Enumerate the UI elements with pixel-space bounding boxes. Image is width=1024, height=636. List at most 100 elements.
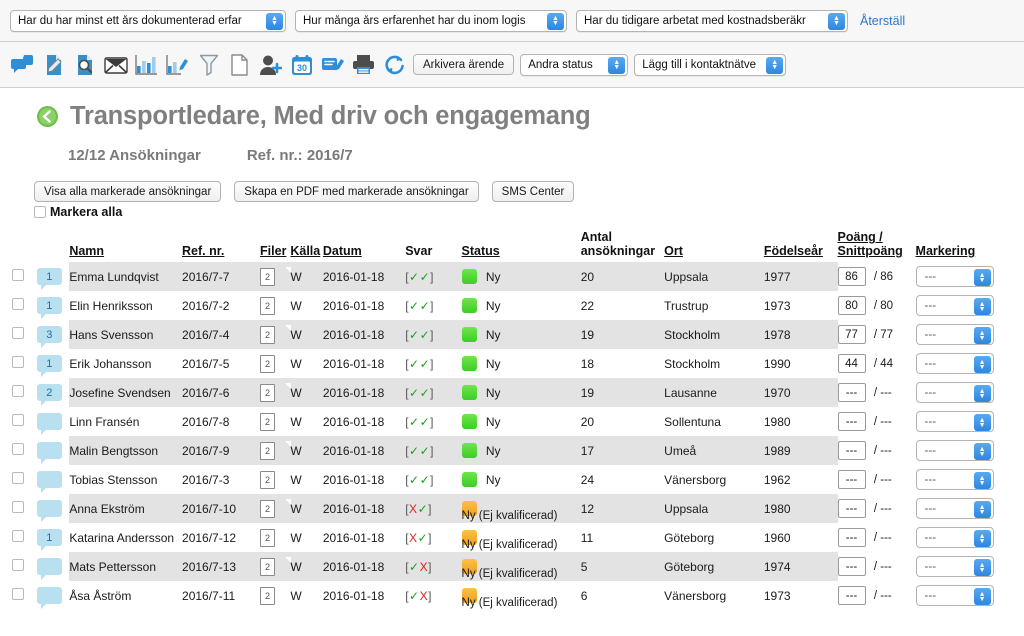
row-badge-cell[interactable]: 1: [36, 291, 70, 320]
row-files-cell[interactable]: 2: [260, 523, 292, 552]
score-input[interactable]: ---: [837, 557, 866, 576]
th-status[interactable]: Status: [462, 228, 581, 262]
table-row[interactable]: 1 Erik Johansson 2016/7-5 2 W 2016-01-18…: [0, 349, 1024, 378]
reset-filters-link[interactable]: Återställ: [860, 14, 905, 28]
table-row[interactable]: Mats Pettersson 2016/7-13 2 W 2016-01-18…: [0, 552, 1024, 581]
table-row[interactable]: Tobias Stensson 2016/7-3 2 W 2016-01-18 …: [0, 465, 1024, 494]
stepper-icon[interactable]: ▲ ▼: [973, 298, 991, 315]
create-pdf-button[interactable]: Skapa en PDF med markerade ansökningar: [234, 181, 479, 202]
score-input[interactable]: ---: [837, 441, 866, 460]
row-marking-cell[interactable]: --- ▲ ▼: [915, 320, 1024, 349]
mail-icon[interactable]: [103, 52, 128, 78]
file-icon[interactable]: 2: [260, 266, 292, 286]
row-checkbox[interactable]: [12, 559, 24, 571]
row-badge-cell[interactable]: 1: [36, 523, 70, 552]
chart-edit-icon[interactable]: [165, 52, 190, 78]
row-marking-cell[interactable]: --- ▲ ▼: [915, 436, 1024, 465]
marking-select[interactable]: --- ▲ ▼: [915, 498, 994, 519]
row-score-cell[interactable]: --- / ---: [837, 436, 916, 465]
row-badge-cell[interactable]: [36, 552, 70, 581]
score-input[interactable]: ---: [837, 412, 866, 431]
score-input[interactable]: ---: [837, 528, 866, 547]
marking-select[interactable]: --- ▲ ▼: [915, 295, 994, 316]
row-name[interactable]: Hans Svensson: [69, 320, 183, 349]
row-badge-cell[interactable]: [36, 494, 70, 523]
comment-count-badge[interactable]: [36, 471, 62, 493]
row-checkbox-cell[interactable]: [0, 291, 37, 320]
stepper-icon[interactable]: ▲ ▼: [608, 56, 626, 74]
row-checkbox[interactable]: [12, 588, 24, 600]
add-to-network-select[interactable]: Lägg till i kontaktnätve ▲ ▼: [634, 53, 787, 76]
row-files-cell[interactable]: 2: [260, 465, 292, 494]
comment-count-badge[interactable]: [36, 413, 62, 435]
marking-select[interactable]: --- ▲ ▼: [915, 527, 994, 548]
row-name[interactable]: Åsa Åström: [69, 581, 182, 610]
row-name[interactable]: Malin Bengtsson: [69, 436, 183, 465]
select-all-checkbox[interactable]: [34, 206, 46, 218]
file-icon[interactable]: 2: [260, 469, 292, 489]
view-all-marked-button[interactable]: Visa alla markerade ansökningar: [34, 181, 222, 202]
stepper-icon[interactable]: ▲ ▼: [547, 12, 564, 30]
th-files[interactable]: Filer: [260, 228, 290, 262]
file-icon[interactable]: 2: [260, 295, 292, 315]
th-city[interactable]: Ort: [664, 228, 764, 262]
row-files-cell[interactable]: 2: [260, 262, 292, 291]
row-score-cell[interactable]: 44 / 44: [837, 349, 916, 378]
row-name[interactable]: Katarina Andersson: [69, 523, 182, 552]
file-icon[interactable]: 2: [260, 411, 292, 431]
row-marking-cell[interactable]: --- ▲ ▼: [915, 581, 1024, 610]
th-date[interactable]: Datum: [323, 228, 405, 262]
marking-select[interactable]: --- ▲ ▼: [915, 324, 994, 345]
marking-select[interactable]: --- ▲ ▼: [915, 585, 994, 606]
score-input[interactable]: 77: [837, 325, 866, 344]
row-name[interactable]: Josefine Svendsen: [69, 378, 183, 407]
stepper-icon[interactable]: ▲ ▼: [828, 12, 845, 30]
comment-icon[interactable]: [10, 52, 35, 78]
stepper-icon[interactable]: ▲ ▼: [973, 414, 991, 431]
score-input[interactable]: ---: [837, 586, 866, 605]
stepper-icon[interactable]: ▲ ▼: [266, 12, 283, 30]
comment-count-badge[interactable]: [36, 587, 62, 609]
stepper-icon[interactable]: ▲ ▼: [973, 588, 991, 605]
row-checkbox[interactable]: [12, 443, 24, 455]
row-checkbox-cell[interactable]: [0, 494, 37, 523]
filter-select-1[interactable]: Har du har minst ett års dokumenterad er…: [10, 9, 286, 32]
stepper-icon[interactable]: ▲ ▼: [973, 472, 991, 489]
table-row[interactable]: Anna Ekström 2016/7-10 2 W 2016-01-18 [X…: [0, 494, 1024, 523]
row-checkbox[interactable]: [12, 327, 24, 339]
score-input[interactable]: 80: [837, 296, 866, 315]
stepper-icon[interactable]: ▲ ▼: [973, 501, 991, 518]
row-files-cell[interactable]: 2: [260, 349, 292, 378]
row-checkbox-cell[interactable]: [0, 552, 37, 581]
row-badge-cell[interactable]: 2: [36, 378, 70, 407]
form-edit-icon[interactable]: [320, 52, 345, 78]
row-files-cell[interactable]: 2: [260, 552, 292, 581]
row-name[interactable]: Elin Henriksson: [69, 291, 182, 320]
file-icon[interactable]: 2: [260, 556, 292, 576]
row-score-cell[interactable]: 80 / 80: [837, 291, 916, 320]
th-marking[interactable]: Markering: [916, 228, 1024, 262]
marking-select[interactable]: --- ▲ ▼: [915, 469, 994, 490]
row-files-cell[interactable]: 2: [260, 378, 292, 407]
row-marking-cell[interactable]: --- ▲ ▼: [915, 262, 1024, 291]
table-row[interactable]: 1 Elin Henriksson 2016/7-2 2 W 2016-01-1…: [0, 291, 1024, 320]
row-files-cell[interactable]: 2: [260, 291, 292, 320]
row-files-cell[interactable]: 2: [260, 494, 292, 523]
row-score-cell[interactable]: --- / ---: [837, 523, 916, 552]
row-badge-cell[interactable]: 3: [36, 320, 70, 349]
score-input[interactable]: ---: [837, 470, 866, 489]
document-search-icon[interactable]: [72, 52, 97, 78]
file-icon[interactable]: 2: [260, 440, 292, 460]
row-badge-cell[interactable]: [36, 465, 70, 494]
row-files-cell[interactable]: 2: [260, 581, 292, 610]
funnel-filter-icon[interactable]: [196, 52, 221, 78]
note-edit-icon[interactable]: [41, 52, 66, 78]
row-files-cell[interactable]: 2: [260, 436, 292, 465]
row-checkbox-cell[interactable]: [0, 436, 37, 465]
row-badge-cell[interactable]: [36, 581, 70, 610]
comment-count-badge[interactable]: 1: [36, 529, 62, 551]
comment-count-badge[interactable]: 3: [36, 326, 62, 348]
row-score-cell[interactable]: 86 / 86: [837, 262, 916, 291]
row-checkbox-cell[interactable]: [0, 523, 37, 552]
row-checkbox-cell[interactable]: [0, 320, 37, 349]
